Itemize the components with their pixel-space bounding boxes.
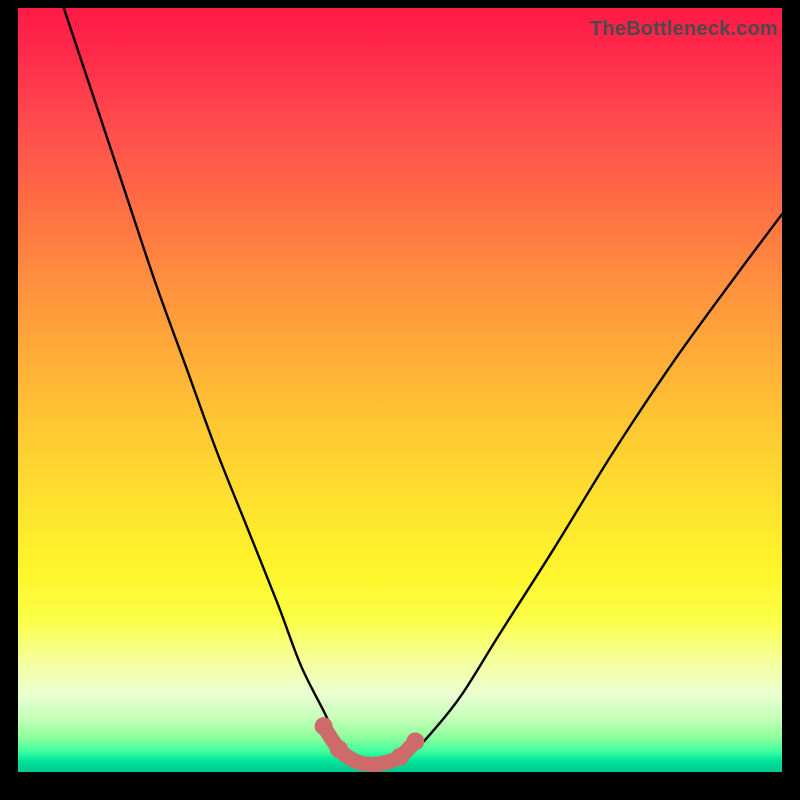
bottleneck-curve <box>64 8 782 765</box>
highlight-dot <box>315 717 333 735</box>
highlight-dot <box>406 732 424 750</box>
highlight-dot <box>391 748 409 766</box>
chart-frame: TheBottleneck.com <box>18 8 782 788</box>
chart-svg <box>18 8 782 772</box>
watermark-text: TheBottleneck.com <box>590 18 778 41</box>
highlight-dot <box>330 740 348 758</box>
